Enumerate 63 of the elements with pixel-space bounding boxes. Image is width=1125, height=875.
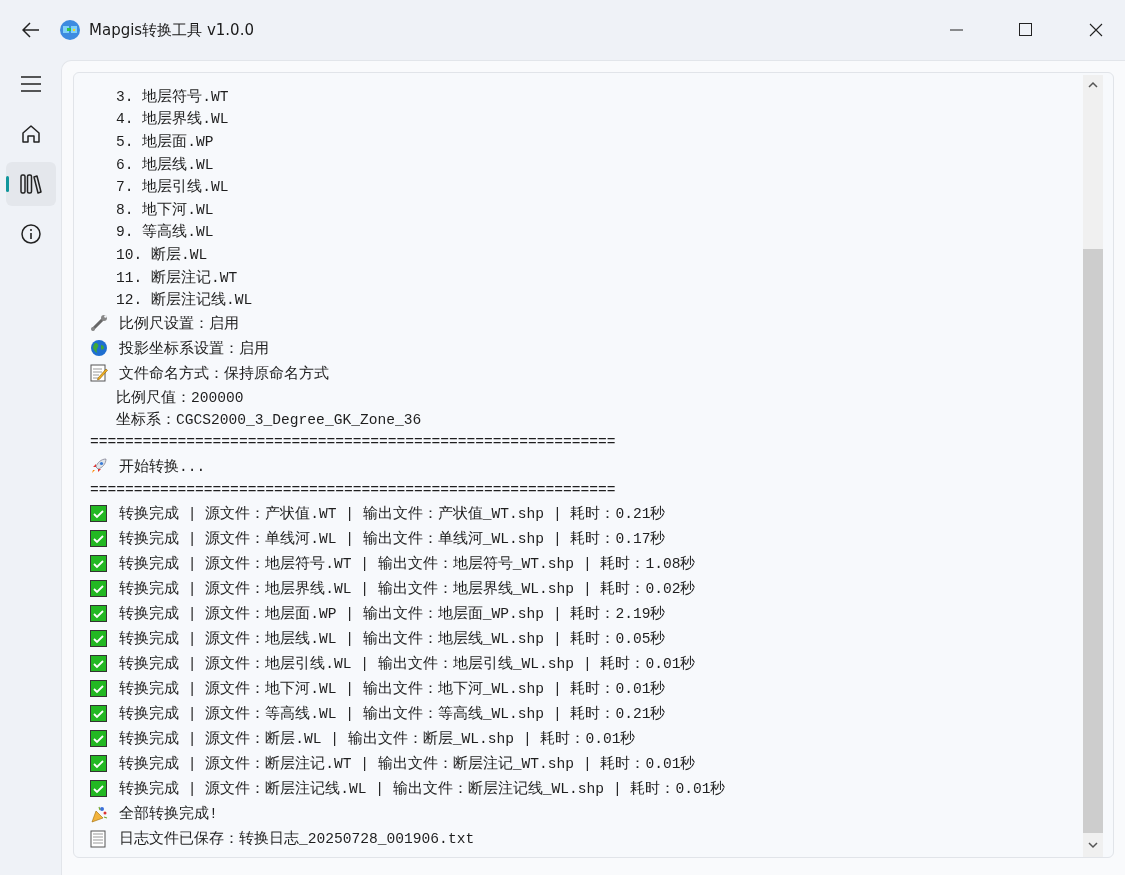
log-line: 文件命名方式：保持原命名方式 — [119, 364, 329, 383]
log-line: 转换完成 | 源文件：地层界线.WL | 输出文件：地层界线_WL.shp | 耗时：0.02秒 — [119, 579, 696, 599]
separator-line: ============================================================ — [90, 482, 616, 498]
checkmark-icon — [90, 580, 107, 598]
app-logo-icon — [60, 20, 80, 40]
log-line: 转换完成 | 源文件：地下河.WL | 输出文件：地下河_WL.shp | 耗时：0.01秒 — [119, 679, 666, 699]
window-title: Mapgis转换工具 v1.0.0 — [89, 20, 254, 40]
globe-icon — [90, 339, 108, 358]
log-line: 转换完成 | 源文件：单线河.WL | 输出文件：单线河_WL.shp | 耗时：0.17秒 — [119, 529, 666, 549]
log-line: 比例尺设置：启用 — [119, 314, 239, 333]
document-icon — [90, 829, 106, 848]
checkmark-icon — [90, 755, 107, 773]
checkmark-icon — [90, 780, 107, 798]
checkmark-icon — [90, 680, 107, 698]
wrench-icon — [90, 314, 108, 333]
close-icon[interactable] — [1089, 23, 1103, 37]
checkmark-icon — [90, 655, 107, 673]
file-list-item: 5. 地层面.WP — [116, 132, 214, 151]
log-line: 转换完成 | 源文件：等高线.WL | 输出文件：等高线_WL.shp | 耗时：0.21秒 — [119, 704, 666, 724]
file-list-item: 11. 断层注记.WT — [116, 268, 238, 287]
log-line: 坐标系：CGCS2000_3_Degree_GK_Zone_36 — [116, 410, 422, 430]
file-list-item: 4. 地层界线.WL — [116, 109, 229, 129]
checkmark-icon — [90, 705, 107, 723]
log-line: 转换完成 | 源文件：断层注记.WT | 输出文件：断层注记_WT.shp | 耗时：0.01秒 — [119, 754, 696, 774]
info-icon[interactable] — [20, 224, 41, 244]
maximize-icon[interactable] — [1019, 23, 1033, 37]
checkmark-icon — [90, 505, 107, 523]
log-line: 开始转换... — [119, 457, 206, 476]
log-line: 转换完成 | 源文件：地层线.WL | 输出文件：地层线_WL.shp | 耗时：0.05秒 — [119, 629, 666, 649]
scroll-down-icon[interactable] — [1088, 841, 1098, 849]
rocket-icon — [90, 457, 108, 476]
log-line: 投影坐标系设置：启用 — [119, 339, 269, 358]
log-line: 比例尺值：200000 — [116, 388, 244, 407]
file-list-item: 3. 地层符号.WT — [116, 87, 229, 106]
file-list-item: 9. 等高线.WL — [116, 222, 214, 242]
checkmark-icon — [90, 530, 107, 548]
home-icon[interactable] — [20, 124, 41, 144]
checkmark-icon — [90, 730, 107, 748]
menu-icon[interactable] — [20, 76, 41, 92]
log-line: 转换完成 | 源文件：地层符号.WT | 输出文件：地层符号_WT.shp | 耗时：1.08秒 — [119, 554, 696, 574]
checkmark-icon — [90, 630, 107, 648]
file-list-item: 7. 地层引线.WL — [116, 177, 229, 197]
library-nav-button[interactable] — [5, 162, 56, 206]
log-line: 日志文件已保存：转换日志_20250728_001906.txt — [119, 829, 475, 849]
file-list-item: 8. 地下河.WL — [116, 200, 214, 219]
library-icon[interactable] — [19, 174, 42, 194]
log-line: 转换完成 | 源文件：断层注记线.WL | 输出文件：断层注记线_WL.shp | 耗时：0.01秒 — [119, 779, 726, 799]
file-list-item: 12. 断层注记线.WL — [116, 290, 253, 310]
log-line: 转换完成 | 源文件：地层引线.WL | 输出文件：地层引线_WL.shp | 耗时：0.01秒 — [119, 654, 696, 674]
log-line: 转换完成 | 源文件：产状值.WT | 输出文件：产状值_WT.shp | 耗时：0.21秒 — [119, 504, 666, 524]
back-icon[interactable] — [22, 22, 40, 38]
separator-line: ============================================================ — [90, 434, 616, 451]
file-list-item: 10. 断层.WL — [116, 245, 208, 264]
file-list-item: 6. 地层线.WL — [116, 155, 214, 174]
scrollbar[interactable] — [1083, 75, 1103, 857]
log-line: 转换完成 | 源文件：地层面.WP | 输出文件：地层面_WP.shp | 耗时：2.19秒 — [119, 604, 666, 624]
scroll-up-icon[interactable] — [1088, 81, 1098, 89]
log-line: 全部转换完成! — [119, 804, 218, 824]
checkmark-icon — [90, 605, 107, 623]
log-line: 转换完成 | 源文件：断层.WL | 输出文件：断层_WL.shp | 耗时：0.01秒 — [119, 729, 636, 749]
checkmark-icon — [90, 555, 107, 573]
memo-icon — [90, 364, 108, 383]
party-popper-icon — [90, 804, 108, 823]
